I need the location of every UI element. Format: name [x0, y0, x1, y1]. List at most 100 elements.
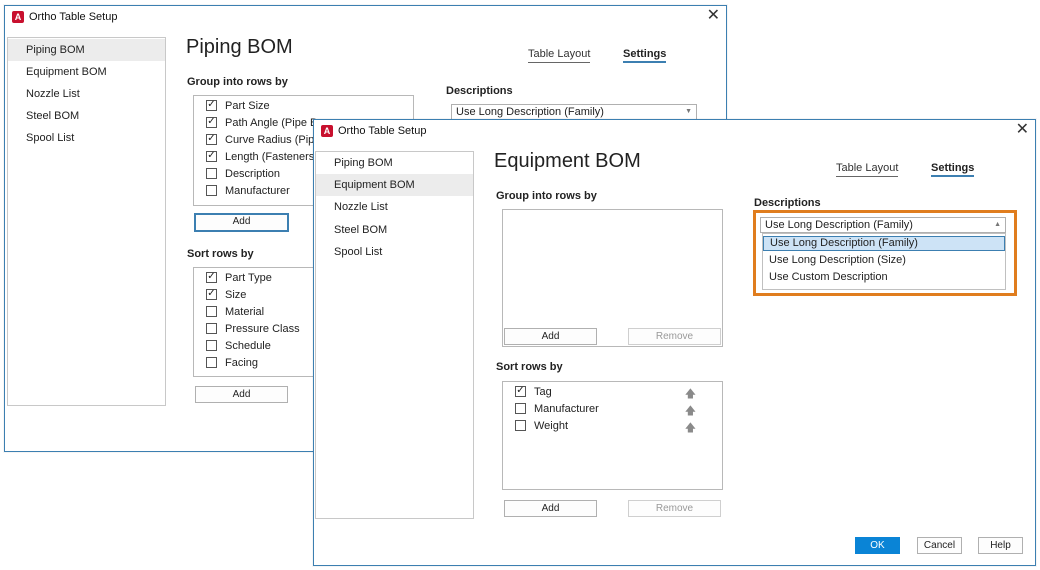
item-label: Manufacturer — [534, 403, 599, 415]
list-item[interactable]: Pressure Class — [206, 321, 300, 337]
sort-rows-list: ✓ Tag 🡅 Manufacturer 🡅 Weight 🡅 — [502, 381, 723, 490]
item-label: Path Angle (Pipe Be — [225, 117, 324, 129]
item-label: Length (Fasteners) — [225, 151, 318, 163]
descriptions-select[interactable]: Use Long Description (Family) ▲ — [760, 217, 1006, 233]
checkbox[interactable] — [206, 322, 217, 334]
checkbox[interactable]: ✓ — [206, 288, 217, 300]
add-group-button[interactable]: Add — [194, 213, 289, 232]
descriptions-label: Descriptions — [754, 197, 821, 209]
checkbox[interactable] — [515, 402, 526, 414]
list-item[interactable]: Schedule — [206, 338, 271, 354]
item-label: Tag — [534, 386, 552, 398]
list-item[interactable]: Description — [206, 166, 280, 182]
checkbox[interactable] — [206, 184, 217, 196]
nav-item-nozzle-list[interactable]: Nozzle List — [8, 83, 165, 105]
list-item[interactable]: Manufacturer — [206, 183, 290, 199]
remove-sort-button[interactable]: Remove — [628, 500, 721, 517]
nav-item-steel-bom[interactable]: Steel BOM — [8, 105, 165, 127]
nav-item-nozzle-list[interactable]: Nozzle List — [316, 196, 473, 218]
list-item[interactable]: Weight — [515, 418, 568, 434]
list-item[interactable]: ✓ Path Angle (Pipe Be — [206, 115, 323, 131]
tab-underline — [931, 175, 975, 177]
cancel-button[interactable]: Cancel — [917, 537, 962, 554]
dropdown-option[interactable]: Use Long Description (Size) — [763, 253, 1005, 268]
help-button[interactable]: Help — [978, 537, 1023, 554]
tab-table-layout[interactable]: Table Layout — [836, 162, 899, 177]
descriptions-select[interactable]: Use Long Description (Family) ▼ — [451, 104, 697, 120]
tab-underline — [528, 62, 591, 63]
group-rows-label: Group into rows by — [496, 190, 597, 202]
page-title: Equipment BOM — [494, 150, 641, 172]
item-label: Facing — [225, 357, 259, 369]
list-item[interactable]: Facing — [206, 355, 258, 371]
tab-label: Table Layout — [836, 162, 899, 174]
tab-underline — [836, 176, 899, 177]
nav-item-steel-bom[interactable]: Steel BOM — [316, 219, 473, 241]
checkbox[interactable]: ✓ — [206, 150, 217, 162]
nav-item-equipment-bom[interactable]: Equipment BOM — [8, 61, 165, 83]
dropdown-option[interactable]: Use Custom Description — [763, 270, 1005, 285]
tab-table-layout[interactable]: Table Layout — [528, 48, 591, 63]
item-label: Schedule — [225, 340, 271, 352]
remove-group-button[interactable]: Remove — [628, 328, 721, 345]
item-label: Size — [225, 289, 247, 301]
title-bar: A Ortho Table Setup ✕ — [5, 6, 726, 28]
item-label: Part Size — [225, 100, 270, 112]
item-label: Material — [225, 306, 265, 318]
list-item[interactable]: ✓ Size — [206, 287, 246, 303]
checkbox[interactable]: ✓ — [515, 385, 526, 397]
checkbox[interactable]: ✓ — [206, 133, 217, 145]
add-group-button[interactable]: Add — [504, 328, 597, 345]
window-title: Ortho Table Setup — [29, 11, 118, 23]
nav-item-spool-list[interactable]: Spool List — [8, 127, 165, 149]
ok-button[interactable]: OK — [855, 537, 900, 554]
add-sort-button[interactable]: Add — [504, 500, 597, 517]
arrow-up-icon[interactable]: 🡅 — [685, 419, 696, 438]
tab-label: Table Layout — [528, 48, 591, 60]
front-dialog: A Ortho Table Setup ✕ Piping BOM Equipme… — [313, 119, 1036, 566]
window-title: Ortho Table Setup — [338, 125, 427, 137]
tab-settings[interactable]: Settings — [931, 162, 975, 177]
title-bar: A Ortho Table Setup ✕ — [314, 120, 1035, 142]
close-icon[interactable]: ✕ — [1016, 121, 1029, 139]
checkbox[interactable]: ✓ — [206, 99, 217, 111]
checkbox[interactable] — [206, 356, 217, 368]
checkbox[interactable] — [206, 305, 217, 317]
checkbox[interactable] — [206, 339, 217, 351]
tab-settings[interactable]: Settings — [623, 48, 667, 63]
item-label: Weight — [534, 420, 569, 432]
tab-label: Settings — [623, 48, 667, 60]
list-item[interactable]: Material — [206, 304, 264, 320]
nav-item-spool-list[interactable]: Spool List — [316, 241, 473, 263]
add-sort-button[interactable]: Add — [195, 386, 288, 403]
list-item[interactable]: ✓ Part Size — [206, 98, 270, 114]
dropdown-option[interactable]: Use Long Description (Family) — [763, 236, 1005, 251]
list-item[interactable]: Manufacturer — [515, 401, 599, 417]
nav-item-piping-bom[interactable]: Piping BOM — [316, 152, 473, 174]
descriptions-dropdown-list: Use Long Description (Family) Use Long D… — [762, 233, 1006, 290]
checkbox[interactable] — [206, 167, 217, 179]
close-icon[interactable]: ✕ — [707, 7, 720, 25]
list-item[interactable]: ✓ Tag — [515, 384, 552, 400]
autocad-a-icon: A — [12, 11, 24, 23]
item-label: Part Type — [225, 272, 272, 284]
checkbox[interactable]: ✓ — [206, 116, 217, 128]
select-value: Use Long Description (Family) — [456, 106, 604, 118]
sort-rows-label: Sort rows by — [187, 248, 254, 260]
list-item[interactable]: ✓ Curve Radius (Pipe — [206, 132, 320, 148]
tab-underline — [623, 61, 667, 63]
sort-rows-label: Sort rows by — [496, 361, 563, 373]
nav-item-equipment-bom[interactable]: Equipment BOM — [316, 174, 473, 196]
item-label: Curve Radius (Pipe — [225, 134, 321, 146]
checkbox[interactable] — [515, 419, 526, 431]
nav-item-piping-bom[interactable]: Piping BOM — [8, 39, 165, 61]
checkbox[interactable]: ✓ — [206, 271, 217, 283]
item-label: Description — [225, 168, 281, 180]
descriptions-label: Descriptions — [446, 85, 513, 97]
page-title: Piping BOM — [186, 36, 293, 58]
item-label: Pressure Class — [225, 323, 300, 335]
list-item[interactable]: ✓ Part Type — [206, 270, 272, 286]
category-list: Piping BOM Equipment BOM Nozzle List Ste… — [315, 151, 474, 519]
group-rows-list[interactable] — [502, 209, 723, 347]
list-item[interactable]: ✓ Length (Fasteners) — [206, 149, 318, 165]
